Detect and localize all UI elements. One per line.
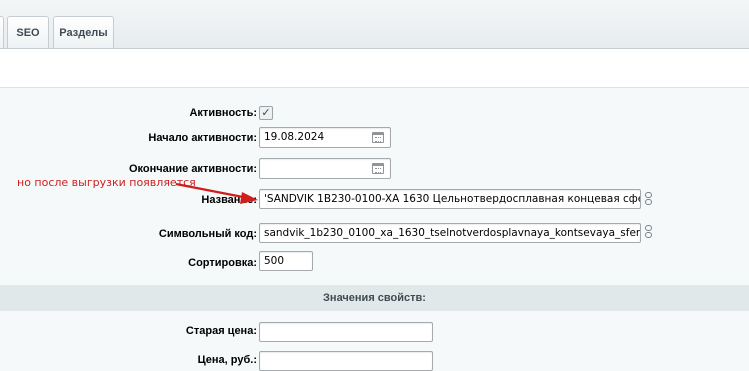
annotation-arrow-icon <box>175 182 258 204</box>
